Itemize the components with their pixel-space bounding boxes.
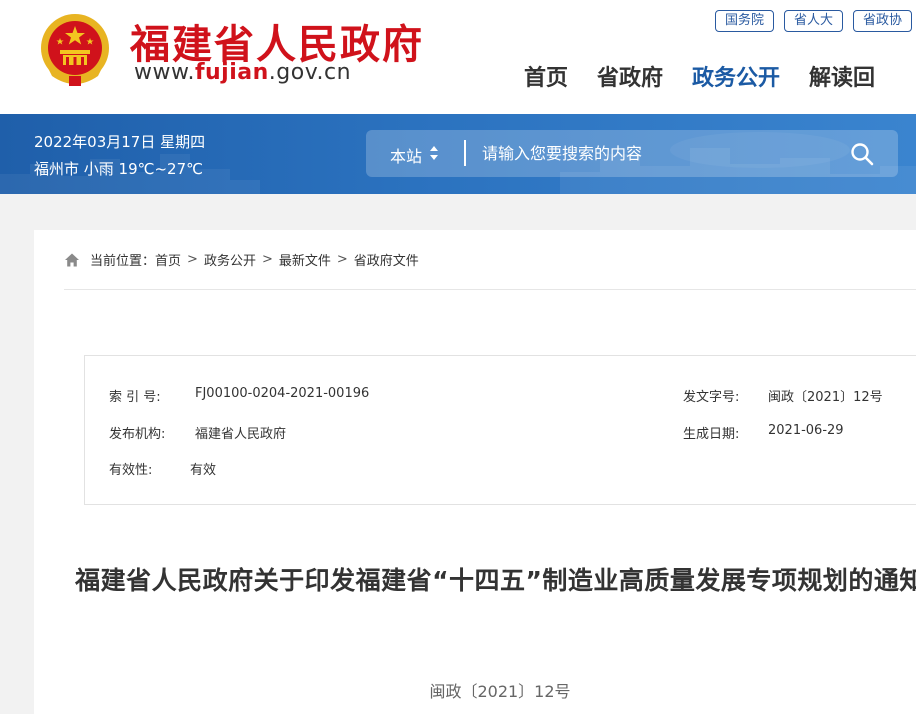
breadcrumb-latest-files[interactable]: 最新文件 [279, 250, 331, 269]
info-banner: 2022年03月17日 星期四 福州市 小雨 19℃~27℃ 本站 [0, 114, 916, 194]
index-number-value: FJ00100-0204-2021-00196 [195, 386, 370, 401]
main-nav: 首页 省政府 政务公开 解读回 [524, 60, 875, 92]
nav-government-affairs[interactable]: 政务公开 [692, 60, 780, 92]
document-metadata: 索 引 号: FJ00100-0204-2021-00196 发文字号: 闽政〔… [84, 355, 916, 505]
breadcrumb-home[interactable]: 首页 [155, 250, 181, 269]
top-link-provincial-congress[interactable]: 省人大 [783, 10, 843, 32]
top-link-state-council[interactable]: 国务院 [714, 10, 774, 32]
sort-arrows-icon[interactable] [428, 138, 440, 168]
breadcrumb: 当前位置： 首页 > 政务公开 > 最新文件 > 省政府文件 [64, 250, 419, 269]
national-emblem-icon [41, 14, 109, 86]
home-icon [65, 253, 79, 266]
site-header: 福建省人民政府 www.fujian.gov.cn 国务院 省人大 省政协 首页… [0, 0, 916, 114]
breadcrumb-separator: > [336, 252, 348, 267]
generated-date-label: 生成日期: [683, 427, 740, 442]
document-number-value: 闽政〔2021〕12号 [768, 390, 883, 405]
publisher-value: 福建省人民政府 [195, 427, 287, 442]
nav-interpretation[interactable]: 解读回 [809, 60, 875, 92]
search-bar: 本站 [366, 130, 898, 177]
breadcrumb-provincial-files[interactable]: 省政府文件 [354, 250, 419, 269]
breadcrumb-separator: > [187, 252, 198, 267]
article-container: 当前位置： 首页 > 政务公开 > 最新文件 > 省政府文件 索 引 号: FJ… [34, 230, 916, 714]
index-number-label: 索 引 号: [109, 390, 161, 405]
divider [64, 289, 916, 290]
search-scope-select[interactable]: 本站 [390, 143, 422, 167]
generated-date-value: 2021-06-29 [768, 423, 844, 438]
breadcrumb-prefix: 当前位置： [90, 254, 156, 269]
search-icon[interactable] [850, 142, 874, 166]
site-url-suffix: .gov.cn [268, 60, 352, 85]
site-url: www.fujian.gov.cn [134, 60, 351, 85]
breadcrumb-government-affairs[interactable]: 政务公开 [204, 250, 256, 269]
validity-value: 有效 [190, 463, 217, 478]
document-title: 福建省人民政府关于印发福建省“十四五”制造业高质量发展专项规划的通知 [75, 566, 916, 595]
search-input[interactable] [482, 140, 822, 166]
validity-label: 有效性: [109, 463, 153, 478]
publisher-label: 发布机构: [109, 427, 166, 442]
breadcrumb-separator: > [261, 252, 273, 267]
document-number: 闽政〔2021〕12号 [429, 682, 571, 701]
top-link-provincial-cppcc[interactable]: 省政协 [852, 10, 912, 32]
nav-provincial-government[interactable]: 省政府 [597, 60, 663, 92]
current-date: 2022年03月17日 星期四 [34, 133, 206, 151]
document-number-label: 发文字号: [683, 390, 740, 405]
search-divider [464, 140, 466, 166]
top-links: 国务院 省人大 省政协 [714, 10, 912, 32]
nav-home[interactable]: 首页 [524, 60, 568, 92]
site-url-prefix: www. [134, 60, 195, 85]
site-url-highlight: fujian [194, 60, 269, 85]
weather-info: 福州市 小雨 19℃~27℃ [34, 160, 203, 178]
